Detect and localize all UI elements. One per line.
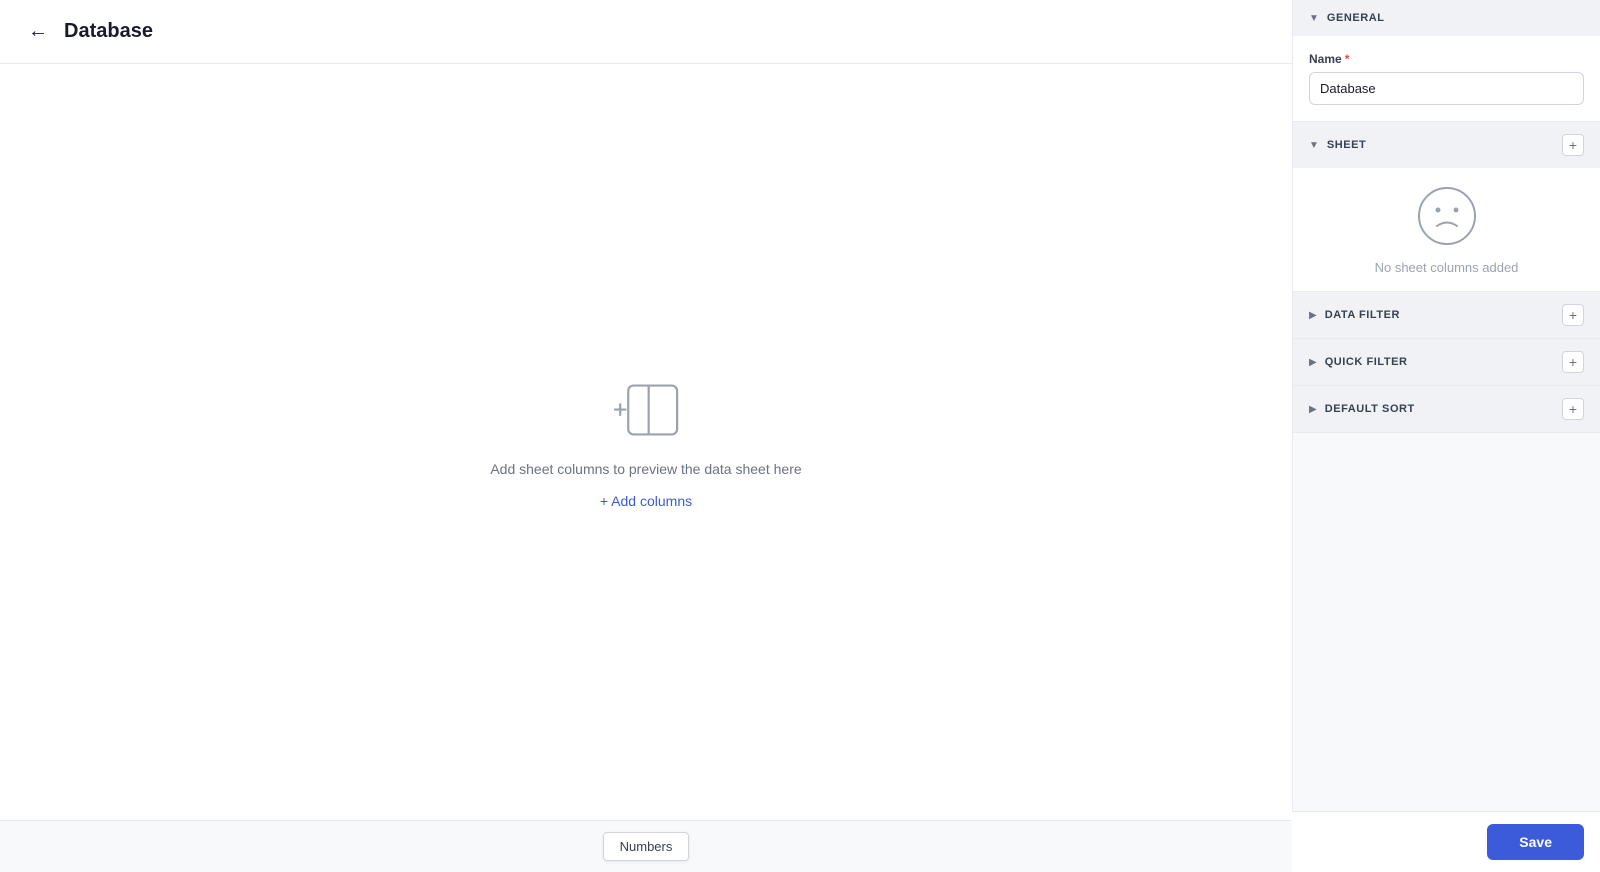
empty-state-illustration [606, 375, 686, 445]
general-section-header[interactable]: ▼ GENERAL [1293, 0, 1600, 36]
sheet-section-content: No sheet columns added [1293, 168, 1600, 291]
save-button[interactable]: Save [1487, 824, 1584, 860]
quick-filter-section: ▶ QUICK FILTER + [1293, 339, 1600, 386]
general-section-title: GENERAL [1327, 12, 1385, 24]
default-sort-title: DEFAULT SORT [1325, 403, 1415, 415]
main-body: Add sheet columns to preview the data sh… [0, 64, 1292, 820]
name-input[interactable] [1309, 72, 1584, 105]
name-field-label: Name * [1309, 52, 1584, 66]
data-filter-title: DATA FILTER [1325, 309, 1400, 321]
empty-state-text: Add sheet columns to preview the data sh… [490, 461, 801, 477]
data-filter-section: ▶ DATA FILTER + [1293, 292, 1600, 339]
page-header: ← Database [0, 0, 1292, 64]
default-sort-header[interactable]: ▶ DEFAULT SORT + [1293, 386, 1600, 432]
general-section: ▼ GENERAL Name * [1293, 0, 1600, 122]
sad-face-icon [1415, 184, 1479, 248]
general-chevron-icon: ▼ [1309, 13, 1319, 24]
default-sort-add-button[interactable]: + [1562, 398, 1584, 420]
data-filter-chevron-icon: ▶ [1309, 310, 1317, 321]
quick-filter-title: QUICK FILTER [1325, 356, 1408, 368]
page-title: Database [64, 20, 153, 43]
bottom-bar: Numbers [0, 820, 1292, 872]
default-sort-section: ▶ DEFAULT SORT + [1293, 386, 1600, 433]
general-section-content: Name * [1293, 36, 1600, 121]
panel-footer: Save [1292, 811, 1600, 872]
sheet-section-title: SHEET [1327, 139, 1366, 151]
add-columns-link[interactable]: + Add columns [600, 493, 692, 509]
required-star: * [1345, 52, 1350, 66]
data-filter-header[interactable]: ▶ DATA FILTER + [1293, 292, 1600, 338]
sheet-section: ▼ SHEET + No sheet columns added [1293, 122, 1600, 292]
quick-filter-header[interactable]: ▶ QUICK FILTER + [1293, 339, 1600, 385]
quick-filter-chevron-icon: ▶ [1309, 357, 1317, 368]
default-sort-chevron-icon: ▶ [1309, 404, 1317, 415]
sheet-section-header[interactable]: ▼ SHEET + [1293, 122, 1600, 168]
numbers-tab-button[interactable]: Numbers [603, 832, 690, 861]
quick-filter-add-button[interactable]: + [1562, 351, 1584, 373]
back-button[interactable]: ← [24, 16, 52, 47]
sheet-chevron-icon: ▼ [1309, 140, 1319, 151]
sheet-add-button[interactable]: + [1562, 134, 1584, 156]
data-filter-add-button[interactable]: + [1562, 304, 1584, 326]
right-panel: ▼ GENERAL Name * ▼ SHEET + [1292, 0, 1600, 872]
no-columns-text: No sheet columns added [1375, 260, 1519, 275]
